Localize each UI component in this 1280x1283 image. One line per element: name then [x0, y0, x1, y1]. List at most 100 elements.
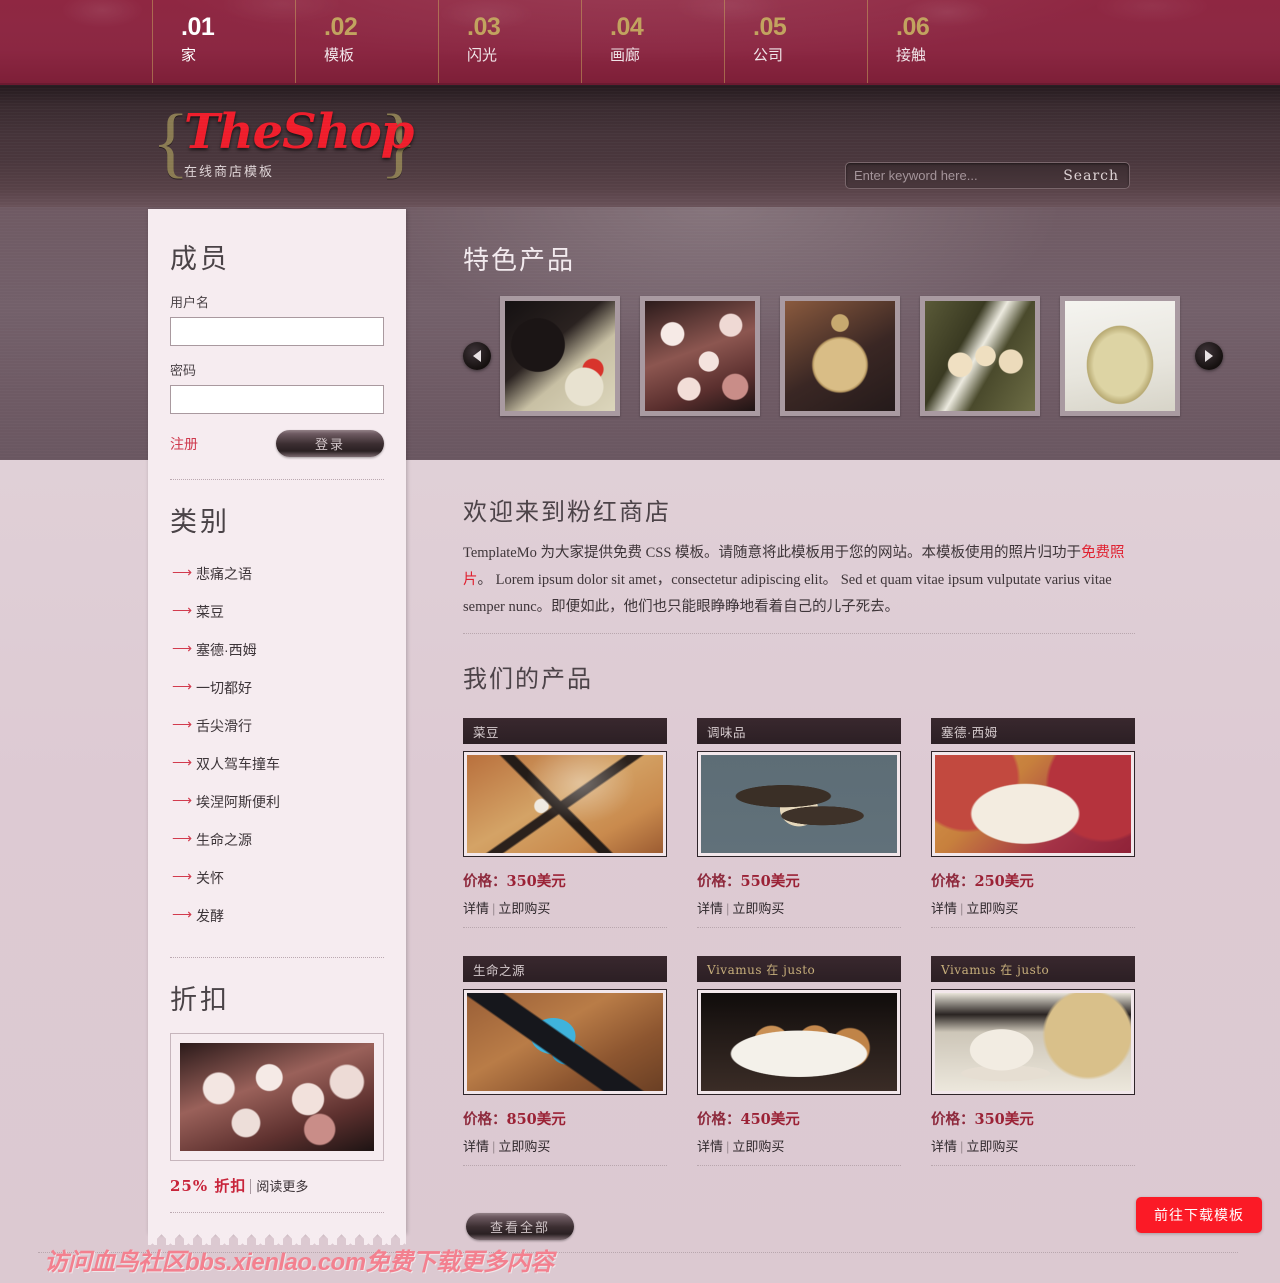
product-image-frame[interactable] — [931, 989, 1135, 1095]
divider — [463, 633, 1135, 634]
product-detail-link[interactable]: 详情 — [463, 1139, 489, 1154]
product-detail-link[interactable]: 详情 — [931, 1139, 957, 1154]
category-item-5[interactable]: ⟶ 舌尖滑行 — [170, 707, 384, 745]
slider-thumb-4[interactable] — [920, 296, 1040, 416]
apple-photo — [1065, 301, 1175, 411]
nav-item-3[interactable]: .03 闪光 — [438, 0, 581, 83]
category-item-10[interactable]: ⟶ 发酵 — [170, 897, 384, 935]
product-links: 详情 | 立即购买 — [931, 898, 1135, 917]
category-item-label: 塞德·西姆 — [196, 642, 257, 658]
category-item-4[interactable]: ⟶ 一切都好 — [170, 669, 384, 707]
slider-thumb-5[interactable] — [1060, 296, 1180, 416]
discount-read-more-link[interactable]: 阅读更多 — [250, 1179, 309, 1194]
product-image — [701, 755, 897, 853]
product-buy-link[interactable]: 立即购买 — [966, 901, 1018, 916]
arrow-right-icon: ⟶ — [172, 830, 193, 846]
nav-item-4[interactable]: .04 画廊 — [581, 0, 724, 83]
product-card-5: Vivamus 在 justo 价格：450美元 详情 | 立即购买 — [697, 956, 901, 1166]
product-detail-link[interactable]: 详情 — [697, 901, 723, 916]
search-button[interactable]: Search — [1053, 163, 1129, 188]
category-item-label: 舌尖滑行 — [196, 718, 252, 734]
arrow-right-icon: ⟶ — [172, 716, 193, 732]
product-links: 详情 | 立即购买 — [931, 1136, 1135, 1155]
login-button[interactable]: 登录 — [276, 430, 384, 457]
nav-item-number: .01 — [181, 13, 215, 41]
username-input[interactable] — [170, 317, 384, 346]
product-detail-link[interactable]: 详情 — [697, 1139, 723, 1154]
category-item-3[interactable]: ⟶ 塞德·西姆 — [170, 631, 384, 669]
category-item-9[interactable]: ⟶ 关怀 — [170, 859, 384, 897]
product-detail-link[interactable]: 详情 — [463, 901, 489, 916]
product-card-3: 塞德·西姆 价格：250美元 详情 | 立即购买 — [931, 718, 1135, 928]
slider-thumb-1[interactable] — [500, 296, 620, 416]
product-buy-link[interactable]: 立即购买 — [966, 1139, 1018, 1154]
footer-divider — [38, 1252, 1238, 1253]
site-logo[interactable]: { } TheShop 在线商店模板 — [152, 95, 417, 195]
product-buy-link[interactable]: 立即购买 — [732, 1139, 784, 1154]
triangle-left-icon — [473, 350, 481, 362]
nav-item-5[interactable]: .05 公司 — [724, 0, 867, 83]
arrow-right-icon: ⟶ — [172, 792, 193, 808]
product-image-frame[interactable] — [463, 751, 667, 857]
product-buy-link[interactable]: 立即购买 — [498, 901, 550, 916]
divider — [463, 1165, 667, 1166]
link-separator: | — [726, 901, 730, 916]
member-panel-title: 成员 — [170, 244, 230, 274]
nav-item-label: 家 — [181, 47, 197, 64]
product-title: 菜豆 — [463, 718, 667, 744]
product-image-frame[interactable] — [697, 751, 901, 857]
search-input[interactable] — [846, 163, 1054, 188]
product-image-frame[interactable] — [463, 989, 667, 1095]
price-prefix: 价格： — [697, 873, 741, 890]
nav-item-label: 接触 — [896, 47, 927, 64]
nav-item-1[interactable]: .01 家 — [152, 0, 295, 83]
product-buy-link[interactable]: 立即购买 — [498, 1139, 550, 1154]
category-item-label: 关怀 — [196, 870, 224, 886]
register-link[interactable]: 注册 — [170, 434, 198, 454]
welcome-paragraph: TemplateMo 为大家提供免费 CSS 模板。请随意将此模板用于您的网站。… — [463, 540, 1135, 621]
featured-products-title: 特色产品 — [463, 246, 576, 275]
product-image-frame[interactable] — [697, 989, 901, 1095]
arrow-right-icon: ⟶ — [172, 640, 193, 656]
download-template-button[interactable]: 前往下载模板 — [1136, 1197, 1262, 1233]
slider-prev-arrow-icon[interactable] — [463, 342, 491, 370]
arrow-right-icon: ⟶ — [172, 678, 193, 694]
product-image — [701, 993, 897, 1091]
product-title: 塞德·西姆 — [931, 718, 1135, 744]
scooter-photo — [505, 301, 615, 411]
category-item-6[interactable]: ⟶ 双人驾车撞车 — [170, 745, 384, 783]
nav-item-number: .06 — [896, 13, 930, 41]
arrow-right-icon: ⟶ — [172, 906, 193, 922]
discount-title: 折扣 — [170, 985, 230, 1015]
product-image-frame[interactable] — [931, 751, 1135, 857]
username-label: 用户名 — [170, 295, 210, 310]
view-all-button[interactable]: 查看全部 — [466, 1213, 574, 1240]
price-prefix: 价格： — [463, 1111, 507, 1128]
category-item-2[interactable]: ⟶ 菜豆 — [170, 593, 384, 631]
discount-promo[interactable] — [170, 1033, 384, 1161]
product-price: 价格：550美元 — [697, 870, 901, 891]
product-detail-link[interactable]: 详情 — [931, 901, 957, 916]
nav-item-number: .03 — [467, 13, 501, 41]
product-image — [935, 993, 1131, 1091]
password-input[interactable] — [170, 385, 384, 414]
discount-percent: 25% 折扣 — [170, 1177, 247, 1195]
category-item-label: 发酵 — [196, 908, 224, 924]
our-products-title: 我们的产品 — [463, 667, 593, 693]
slider-thumb-3[interactable] — [780, 296, 900, 416]
arrow-right-icon: ⟶ — [172, 868, 193, 884]
arrow-right-icon: ⟶ — [172, 602, 193, 618]
nav-item-2[interactable]: .02 模板 — [295, 0, 438, 83]
category-item-label: 埃涅阿斯便利 — [196, 794, 280, 810]
category-item-1[interactable]: ⟶ 悲痛之语 — [170, 555, 384, 593]
product-grid: 菜豆 价格：350美元 详情 | 立即购买 调味品 价格：550美元 详情 | 立即购买 塞德·西姆… — [463, 718, 1135, 1166]
category-item-8[interactable]: ⟶ 生命之源 — [170, 821, 384, 859]
slider-thumb-2[interactable] — [640, 296, 760, 416]
nav-item-number: .04 — [610, 13, 644, 41]
link-separator: | — [960, 1139, 964, 1154]
slider-next-arrow-icon[interactable] — [1195, 342, 1223, 370]
nav-item-6[interactable]: .06 接触 — [867, 0, 1010, 83]
price-amount: 450美元 — [740, 1111, 800, 1128]
product-buy-link[interactable]: 立即购买 — [732, 901, 784, 916]
category-item-7[interactable]: ⟶ 埃涅阿斯便利 — [170, 783, 384, 821]
